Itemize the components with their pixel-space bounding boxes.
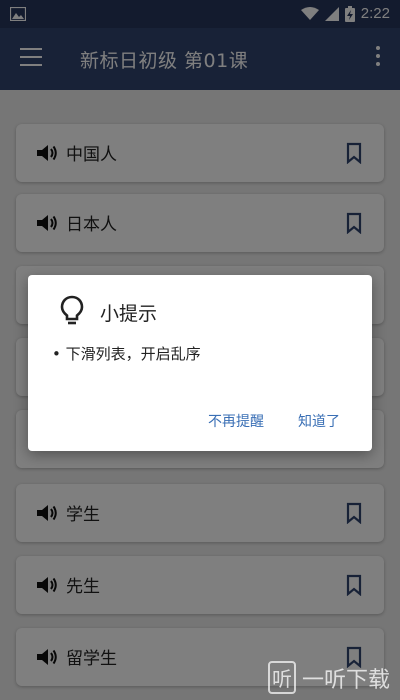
watermark-logo: 听 bbox=[267, 661, 296, 694]
lightbulb-icon bbox=[60, 295, 84, 325]
watermark: 听 一听下载 bbox=[267, 661, 390, 694]
dont-remind-button[interactable]: 不再提醒 bbox=[208, 411, 264, 431]
dialog-message: • 下滑列表，开启乱序 bbox=[52, 345, 201, 363]
got-it-button[interactable]: 知道了 bbox=[298, 411, 340, 431]
watermark-text: 一听下载 bbox=[301, 667, 390, 693]
tip-dialog: 小提示 • 下滑列表，开启乱序 不再提醒 知道了 bbox=[28, 275, 372, 451]
dialog-title: 小提示 bbox=[100, 303, 158, 325]
